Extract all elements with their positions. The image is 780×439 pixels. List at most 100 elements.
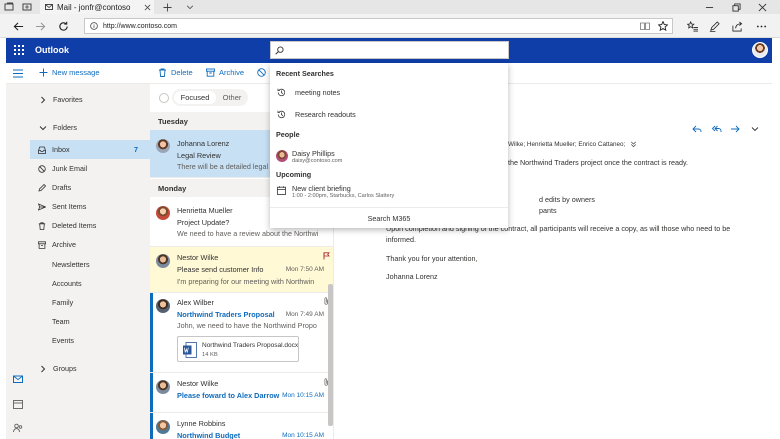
body-text: Thank you for your attention, bbox=[386, 254, 478, 263]
message-preview: I'm preparing for our meeting with North… bbox=[177, 277, 315, 286]
pen-notes-icon[interactable] bbox=[708, 20, 720, 32]
junk-label: Junk Email bbox=[52, 164, 88, 173]
message-subject: Northwind Budget bbox=[177, 431, 241, 439]
app-brand[interactable]: Outlook bbox=[35, 45, 69, 55]
person-email: daisy@contoso.com bbox=[292, 158, 343, 164]
reply-icon[interactable] bbox=[692, 124, 702, 134]
forward-icon[interactable] bbox=[730, 124, 740, 134]
favorites-label: Favorites bbox=[53, 95, 83, 104]
message-time: Mon 7:50 AM bbox=[285, 266, 324, 273]
reply-all-icon[interactable] bbox=[712, 124, 722, 134]
url-field[interactable]: http://www.contoso.com bbox=[84, 18, 673, 34]
folder-archive[interactable]: Archive bbox=[30, 235, 150, 254]
junk-button[interactable] bbox=[257, 68, 270, 77]
forward-arrow-icon[interactable] bbox=[34, 20, 46, 32]
folder-inbox[interactable]: Inbox 7 bbox=[30, 140, 150, 159]
close-window-icon[interactable] bbox=[757, 2, 767, 12]
plus-icon bbox=[39, 68, 48, 77]
folder-family[interactable]: Family bbox=[30, 293, 150, 312]
groups-group[interactable]: Groups bbox=[30, 359, 150, 378]
close-tab-icon[interactable] bbox=[142, 2, 152, 12]
message-item[interactable]: Nestor Wilke Please foward to Alex Darro… bbox=[150, 373, 333, 413]
mail-icon[interactable] bbox=[13, 374, 23, 384]
event-title: New client briefing bbox=[292, 184, 351, 193]
folders-label: Folders bbox=[53, 123, 77, 132]
account-avatar[interactable] bbox=[752, 42, 768, 58]
folders-group[interactable]: Folders bbox=[30, 118, 150, 137]
set-aside-tabs-icon[interactable] bbox=[22, 2, 32, 12]
favorite-star-icon[interactable] bbox=[658, 21, 668, 31]
folder-team[interactable]: Team bbox=[30, 312, 150, 331]
folder-accounts[interactable]: Accounts bbox=[30, 274, 150, 293]
message-item[interactable]: Lynne Robbins Northwind Budget Mon 10:15… bbox=[150, 413, 333, 439]
body-text: the Northwind Traders project once the c… bbox=[508, 158, 689, 167]
calendar-icon bbox=[277, 186, 286, 195]
tab-focused[interactable]: Focused bbox=[174, 91, 216, 104]
body-text: pants bbox=[539, 206, 557, 215]
chevron-down-icon bbox=[39, 124, 47, 132]
tab-other[interactable]: Other bbox=[218, 91, 246, 104]
chevron-down-icon[interactable] bbox=[750, 124, 760, 134]
archive-icon bbox=[206, 68, 215, 77]
expand-recipients-icon[interactable] bbox=[630, 141, 637, 148]
tab-manager-icon[interactable] bbox=[4, 2, 14, 12]
archive-label: Archive bbox=[219, 68, 245, 77]
word-document-icon bbox=[183, 342, 197, 358]
search-box[interactable] bbox=[270, 41, 509, 59]
share-icon[interactable] bbox=[731, 20, 743, 32]
page-info-icon[interactable] bbox=[90, 22, 98, 30]
back-arrow-icon[interactable] bbox=[12, 20, 24, 32]
flag-icon[interactable] bbox=[323, 252, 330, 260]
folder-sent[interactable]: Sent Items bbox=[30, 197, 150, 216]
folder-newsletters[interactable]: Newsletters bbox=[30, 255, 150, 274]
delete-label: Delete bbox=[171, 68, 193, 77]
recent-searches-heading: Recent Searches bbox=[276, 69, 334, 78]
select-all-checkbox[interactable] bbox=[159, 93, 169, 103]
app-launcher-icon[interactable] bbox=[14, 45, 24, 55]
people-heading: People bbox=[276, 130, 300, 139]
folder-events[interactable]: Events bbox=[30, 331, 150, 350]
tab-list-chevron-icon[interactable] bbox=[184, 1, 196, 13]
favorites-group[interactable]: Favorites bbox=[30, 90, 150, 109]
message-time: Mon 10:15 AM bbox=[282, 392, 324, 399]
folder-deleted[interactable]: Deleted Items bbox=[30, 216, 150, 235]
person-suggestion[interactable]: Daisy Phillips daisy@contoso.com bbox=[270, 145, 508, 169]
browser-tab-mail[interactable]: Mail - jonfr@contoso bbox=[40, 0, 154, 14]
person-name: Daisy Phillips bbox=[292, 149, 335, 158]
team-label: Team bbox=[52, 317, 70, 326]
archive-button[interactable]: Archive bbox=[206, 68, 244, 77]
message-item[interactable]: Alex Wilber Northwind Traders Proposal M… bbox=[150, 293, 333, 373]
new-tab-icon[interactable] bbox=[161, 1, 173, 13]
favorites-hub-icon[interactable] bbox=[686, 20, 698, 32]
url-text: http://www.contoso.com bbox=[103, 22, 177, 30]
message-item[interactable]: Nestor Wilke Please send customer Info M… bbox=[150, 247, 333, 293]
reading-view-icon[interactable] bbox=[640, 22, 650, 30]
search-all-button[interactable]: Search M365 bbox=[270, 207, 508, 228]
recent-search-item[interactable]: meeting notes bbox=[270, 82, 508, 102]
calendar-icon[interactable] bbox=[13, 399, 23, 409]
attachment-card[interactable]: Northwind Traders Proposal.docx 14 KB bbox=[177, 336, 299, 362]
trash-icon bbox=[158, 68, 167, 77]
send-icon bbox=[38, 202, 46, 211]
message-sender: Henrietta Mueller bbox=[177, 206, 233, 215]
mail-tab-icon bbox=[45, 3, 53, 11]
event-suggestion[interactable]: New client briefing 1:00 - 2:00pm, Starb… bbox=[270, 180, 508, 204]
block-icon bbox=[38, 164, 46, 173]
search-input[interactable] bbox=[288, 45, 508, 55]
restore-icon[interactable] bbox=[731, 2, 741, 12]
inbox-label: Inbox bbox=[52, 145, 70, 154]
recipients-line[interactable]: Wilke; Henrietta Mueller; Enrico Cattane… bbox=[508, 141, 637, 148]
folder-drafts[interactable]: Drafts bbox=[30, 178, 150, 197]
refresh-icon[interactable] bbox=[57, 20, 69, 32]
delete-button[interactable]: Delete bbox=[158, 68, 193, 77]
people-icon[interactable] bbox=[13, 423, 23, 433]
more-menu-icon[interactable] bbox=[755, 20, 767, 32]
family-label: Family bbox=[52, 298, 74, 307]
folder-junk[interactable]: Junk Email bbox=[30, 159, 150, 178]
recent-search-item[interactable]: Research readouts bbox=[270, 104, 508, 124]
new-message-button[interactable]: New message bbox=[39, 68, 100, 77]
message-list-scrollbar[interactable] bbox=[328, 284, 333, 426]
minimize-icon[interactable] bbox=[704, 2, 714, 12]
message-preview: John, we need to have the Northwind Prop… bbox=[177, 321, 317, 330]
hamburger-menu-icon[interactable] bbox=[13, 69, 23, 78]
